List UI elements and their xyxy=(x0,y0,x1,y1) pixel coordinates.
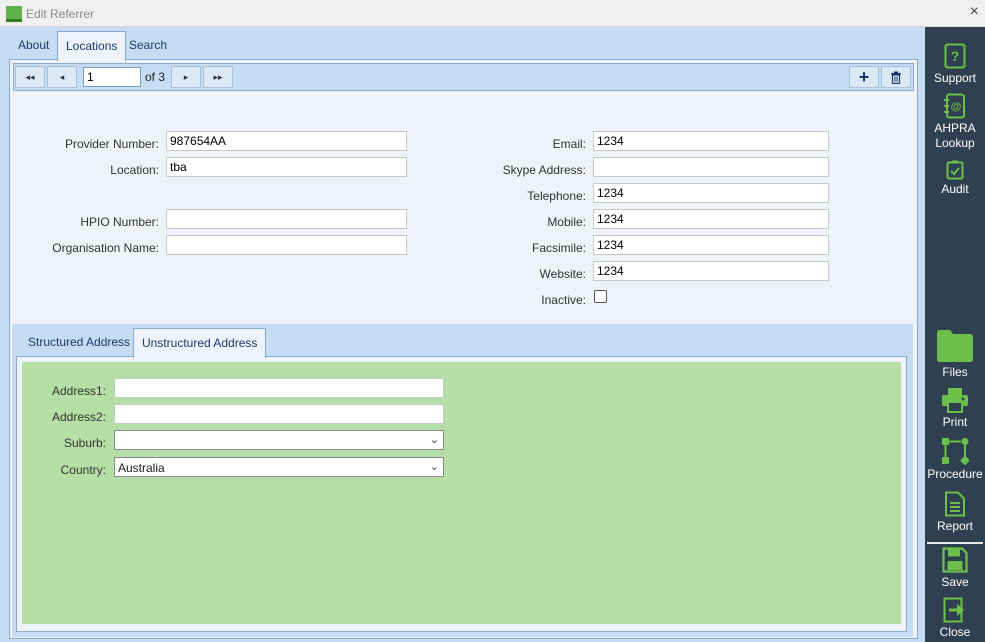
organisation-name-field[interactable] xyxy=(166,235,407,255)
provider-number-label: Provider Number: xyxy=(64,137,159,151)
mobile-field[interactable] xyxy=(593,209,829,229)
audit-button[interactable]: Audit xyxy=(925,160,985,197)
chevron-down-icon: ⌄ xyxy=(429,461,439,473)
website-field[interactable] xyxy=(593,261,829,281)
email-label: Email: xyxy=(552,137,586,151)
first-record-button[interactable]: ◂◂ xyxy=(15,66,45,88)
prev-record-button[interactable]: ◂ xyxy=(47,66,77,88)
tab-structured-address[interactable]: Structured Address xyxy=(20,328,138,356)
exit-door-icon xyxy=(943,597,964,623)
last-record-button[interactable]: ▸▸ xyxy=(203,66,233,88)
delete-record-button[interactable] xyxy=(881,66,911,88)
website-label: Website: xyxy=(539,267,586,281)
address1-field[interactable] xyxy=(114,378,444,398)
ahpra-label-line2: Lookup xyxy=(935,136,975,150)
next-record-button[interactable]: ▸ xyxy=(171,66,201,88)
action-sidebar: ? Support @ AHPRA Lookup Audit Files Pri… xyxy=(925,27,985,642)
window-title: Edit Referrer xyxy=(26,7,95,21)
tab-unstructured-address[interactable]: Unstructured Address xyxy=(133,328,267,358)
trash-icon xyxy=(891,71,901,85)
provider-number-field[interactable] xyxy=(166,131,407,151)
print-button[interactable]: Print xyxy=(925,387,985,430)
address-section: Structured Address Unstructured Address … xyxy=(12,324,913,637)
telephone-field[interactable] xyxy=(593,183,829,203)
inactive-label: Inactive: xyxy=(541,293,586,307)
suburb-select[interactable]: ⌄ xyxy=(114,430,444,450)
inactive-checkbox[interactable] xyxy=(594,290,607,303)
folder-icon xyxy=(937,330,973,362)
hpio-number-label: HPIO Number: xyxy=(80,215,159,229)
print-label: Print xyxy=(942,415,968,429)
organisation-name-label: Organisation Name: xyxy=(52,241,159,255)
telephone-label: Telephone: xyxy=(527,189,586,203)
printer-icon xyxy=(942,388,968,413)
address-form-area: Address1: Address2: Suburb: ⌄ Country: A… xyxy=(22,362,901,624)
close-label: Close xyxy=(939,625,971,639)
suburb-label: Suburb: xyxy=(63,436,106,450)
support-button[interactable]: ? Support xyxy=(925,43,985,86)
clipboard-check-icon xyxy=(946,160,964,180)
workflow-icon xyxy=(942,438,969,465)
skype-address-field[interactable] xyxy=(593,157,829,177)
location-field[interactable] xyxy=(166,157,407,177)
email-field[interactable] xyxy=(593,131,829,151)
address2-field[interactable] xyxy=(114,404,444,424)
main-area: About Locations Search ◂◂ ◂ of 3 ▸ ▸▸ + xyxy=(0,27,925,642)
procedure-button[interactable]: Procedure xyxy=(925,437,985,482)
sidebar-divider xyxy=(927,542,983,544)
chevron-down-icon: ⌄ xyxy=(429,434,439,446)
floppy-disk-icon xyxy=(942,547,968,573)
save-label: Save xyxy=(941,575,969,589)
facsimile-label: Facsimile: xyxy=(531,241,586,255)
files-label: Files xyxy=(942,365,968,379)
country-select[interactable]: Australia ⌄ xyxy=(114,457,444,477)
page-count-label: of 3 xyxy=(145,70,166,84)
address-panel: Address1: Address2: Suburb: ⌄ Country: A… xyxy=(16,356,907,632)
address2-label: Address2: xyxy=(51,410,106,424)
tab-about[interactable]: About xyxy=(10,31,57,59)
report-button[interactable]: Report xyxy=(925,491,985,534)
report-label: Report xyxy=(936,519,974,533)
help-document-icon: ? xyxy=(944,43,966,69)
close-window-icon[interactable]: × xyxy=(970,3,979,21)
support-label: Support xyxy=(933,71,977,85)
tab-search[interactable]: Search xyxy=(121,31,175,59)
facsimile-field[interactable] xyxy=(593,235,829,255)
svg-text:?: ? xyxy=(951,48,960,64)
tab-locations[interactable]: Locations xyxy=(57,31,127,61)
procedure-label: Procedure xyxy=(927,467,983,481)
address-book-icon: @ xyxy=(944,93,965,119)
title-bar: Edit Referrer × xyxy=(0,0,985,27)
svg-text:@: @ xyxy=(951,101,962,113)
save-button[interactable]: Save xyxy=(925,547,985,590)
files-button[interactable]: Files xyxy=(925,329,985,380)
report-document-icon xyxy=(945,491,965,517)
add-record-button[interactable]: + xyxy=(849,66,879,88)
ahpra-lookup-button[interactable]: @ AHPRA Lookup xyxy=(925,93,985,151)
address1-label: Address1: xyxy=(51,384,106,398)
locations-panel: ◂◂ ◂ of 3 ▸ ▸▸ + Provider Number: Locati… xyxy=(9,59,918,639)
country-label: Country: xyxy=(60,463,106,477)
app-icon xyxy=(6,6,22,22)
page-number-input[interactable] xyxy=(83,67,141,87)
record-navigator: ◂◂ ◂ of 3 ▸ ▸▸ + xyxy=(13,63,914,91)
audit-label: Audit xyxy=(941,182,969,196)
ahpra-label-line1: AHPRA xyxy=(934,121,976,135)
mobile-label: Mobile: xyxy=(547,215,586,229)
hpio-number-field[interactable] xyxy=(166,209,407,229)
close-button[interactable]: Close xyxy=(925,597,985,640)
country-value: Australia xyxy=(118,461,165,475)
location-label: Location: xyxy=(110,163,159,177)
skype-address-label: Skype Address: xyxy=(502,163,586,177)
